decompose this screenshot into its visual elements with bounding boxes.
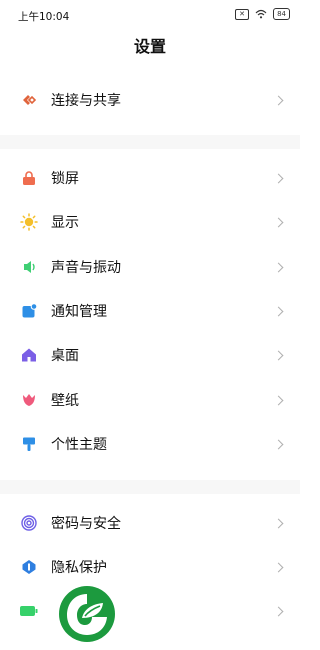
settings-item-privacy[interactable]: 隐私保护 bbox=[0, 545, 300, 589]
settings-item-desktop[interactable]: 桌面 bbox=[0, 333, 300, 377]
brush-icon bbox=[20, 435, 38, 453]
leaf-logo-icon bbox=[59, 586, 115, 642]
status-time: 上午10:04 bbox=[18, 11, 70, 23]
settings-item-sound-vibration[interactable]: 声音与振动 bbox=[0, 245, 300, 289]
settings-item-label: 通知管理 bbox=[51, 304, 107, 320]
section-divider bbox=[0, 135, 300, 149]
settings-item-connect-share[interactable]: 连接与共享 bbox=[0, 78, 300, 122]
fingerprint-icon bbox=[20, 514, 38, 532]
chevron-right-icon bbox=[273, 217, 284, 227]
chevron-right-icon bbox=[273, 562, 284, 572]
settings-item-wallpaper[interactable]: 壁纸 bbox=[0, 378, 300, 422]
sun-icon bbox=[20, 213, 38, 231]
settings-item-themes[interactable]: 个性主题 bbox=[0, 422, 300, 466]
settings-item-label: 锁屏 bbox=[51, 171, 79, 187]
settings-item-label: 隐私保护 bbox=[51, 560, 107, 576]
chevron-right-icon bbox=[273, 306, 284, 316]
chevron-right-icon bbox=[273, 518, 284, 528]
no-sim-icon: ✕ bbox=[235, 8, 250, 20]
settings-item-notifications[interactable]: 通知管理 bbox=[0, 289, 300, 333]
battery-icon bbox=[20, 602, 38, 620]
tulip-icon bbox=[20, 391, 38, 409]
settings-item-label: 壁纸 bbox=[51, 393, 79, 409]
lock-screen-icon bbox=[20, 169, 38, 187]
chevron-right-icon bbox=[273, 606, 284, 616]
wifi-icon bbox=[255, 9, 267, 19]
status-icons: ✕ 84 bbox=[235, 8, 290, 20]
settings-item-display[interactable]: 显示 bbox=[0, 200, 300, 244]
notification-icon bbox=[20, 302, 38, 320]
privacy-icon bbox=[20, 558, 38, 576]
settings-item-password-security[interactable]: 密码与安全 bbox=[0, 501, 300, 545]
settings-item-label: 声音与振动 bbox=[51, 260, 121, 276]
battery-icon: 84 bbox=[273, 8, 290, 20]
speaker-icon bbox=[20, 258, 38, 276]
settings-item-label: 桌面 bbox=[51, 348, 79, 364]
chevron-right-icon bbox=[273, 95, 284, 105]
home-icon bbox=[20, 346, 38, 364]
chevron-right-icon bbox=[273, 350, 284, 360]
chevron-right-icon bbox=[273, 173, 284, 183]
settings-item-label: 密码与安全 bbox=[51, 516, 121, 532]
page-title: 设置 bbox=[133, 37, 166, 56]
connect-share-icon bbox=[20, 91, 38, 109]
chevron-right-icon bbox=[273, 395, 284, 405]
settings-item-battery[interactable] bbox=[0, 589, 300, 633]
settings-item-label: 个性主题 bbox=[51, 437, 107, 453]
settings-item-label: 显示 bbox=[51, 215, 79, 231]
chevron-right-icon bbox=[273, 439, 284, 449]
section-divider bbox=[0, 480, 300, 494]
status-bar: 上午10:04 ✕ 84 bbox=[0, 0, 300, 30]
chevron-right-icon bbox=[273, 262, 284, 272]
settings-item-lock-screen[interactable]: 锁屏 bbox=[0, 156, 300, 200]
settings-item-label: 连接与共享 bbox=[51, 93, 121, 109]
